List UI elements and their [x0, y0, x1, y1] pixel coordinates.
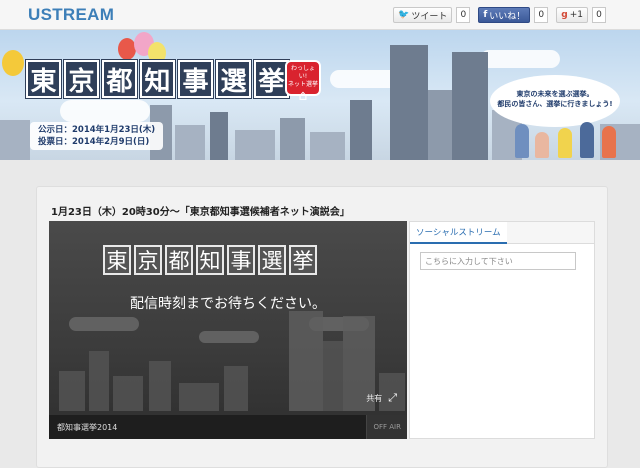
title-char: 京 — [63, 59, 100, 99]
gplus-label: +1 — [569, 10, 583, 20]
person-illustration — [602, 126, 616, 158]
banner-title: 東 京 都 知 事 選 挙 — [25, 59, 290, 99]
balloon-shape — [2, 50, 24, 76]
cloud-shape — [480, 50, 560, 68]
share-button[interactable]: 共有 — [366, 393, 382, 404]
tweet-count: 0 — [456, 7, 471, 23]
building-shape — [210, 112, 228, 160]
social-buttons: 🐦 ツイート 0 f いいね！ 0 g +1 0 — [393, 7, 610, 23]
like-button[interactable]: f いいね！ — [478, 7, 531, 23]
building-shape — [310, 132, 345, 160]
player-title-char: 挙 — [289, 245, 317, 275]
stream-input[interactable]: こちらに入力して下さい — [420, 252, 576, 270]
building-shape — [428, 90, 452, 160]
offair-badge: OFF AIR — [366, 415, 407, 439]
gplus-count: 0 — [592, 7, 606, 23]
tokyo-gov-building-right — [452, 52, 488, 160]
title-char: 挙 — [253, 59, 290, 99]
tokyo-gov-building-left — [390, 45, 428, 160]
building-shape — [323, 341, 343, 411]
building-shape — [179, 383, 219, 411]
title-char: 選 — [215, 59, 252, 99]
player-title-char: 都 — [165, 245, 193, 275]
person-illustration — [558, 128, 572, 158]
cloud-shape — [69, 317, 139, 331]
cloud-shape — [60, 100, 150, 122]
fullscreen-icon[interactable]: ⤢ — [388, 391, 397, 405]
tweet-label: ツイート — [411, 11, 448, 22]
vote-date: 投票日：2014年2月9日(日) — [38, 137, 150, 147]
ustream-logo[interactable]: USTREAM — [28, 5, 114, 25]
stream-headline: 1月23日（木）20時30分〜「東京都知事選候補者ネット演説会」 — [51, 207, 350, 218]
tweet-button[interactable]: 🐦 ツイート — [393, 7, 453, 23]
share-controls: 共有 ⤢ — [366, 391, 397, 405]
badge-line1: わっしょい! — [290, 65, 315, 80]
facebook-icon: f — [483, 10, 488, 20]
top-bar: USTREAM 🐦 ツイート 0 f いいね！ 0 g +1 0 — [0, 0, 640, 30]
title-char: 都 — [101, 59, 138, 99]
building-shape — [289, 311, 323, 411]
building-shape — [89, 351, 109, 411]
like-label: いいね！ — [489, 11, 526, 22]
title-char: 東 — [25, 59, 62, 99]
building-shape — [175, 125, 205, 160]
gplus-icon: g — [561, 10, 568, 20]
building-shape — [113, 376, 143, 411]
title-char: 事 — [177, 59, 214, 99]
election-banner: 東 京 都 知 事 選 挙 わっしょい! ネット選挙 ⌂ 公示日：2014年1月… — [0, 30, 640, 160]
bubble-line1: 東京の未来を選ぶ選挙。 — [516, 90, 594, 98]
title-char: 知 — [139, 59, 176, 99]
waiting-message: 配信時刻までお待ちください。 — [130, 296, 326, 312]
building-shape — [59, 371, 85, 411]
diet-building-icon: ⌂ — [298, 88, 308, 104]
twitter-icon: 🐦 — [398, 10, 410, 20]
player-title-char: 選 — [258, 245, 286, 275]
cloud-shape — [199, 331, 259, 343]
bubble-line2: 都民の皆さん、選挙に行きましょう! — [497, 100, 613, 108]
speech-bubble: 東京の未来を選ぶ選挙。 都民の皆さん、選挙に行きましょう! — [490, 75, 620, 127]
building-shape — [350, 100, 372, 160]
building-shape — [280, 118, 305, 160]
player-title: 東 京 都 知 事 選 挙 — [103, 245, 317, 275]
player-title-char: 事 — [227, 245, 255, 275]
like-count: 0 — [534, 7, 549, 23]
tab-social-stream[interactable]: ソーシャルストリーム — [410, 222, 507, 244]
social-stream: ソーシャルストリーム こちらに入力して下さい — [409, 221, 595, 439]
person-illustration — [535, 132, 549, 158]
video-player[interactable]: 東 京 都 知 事 選 挙 配信時刻までお待ちください。 共有 ⤢ 都知事選挙2… — [49, 221, 407, 439]
building-shape — [224, 366, 248, 411]
net-election-badge: わっしょい! ネット選挙 ⌂ — [285, 60, 321, 103]
building-shape — [149, 361, 171, 411]
stream-tabs: ソーシャルストリーム — [410, 222, 594, 244]
channel-name[interactable]: 都知事選挙2014 — [57, 422, 117, 433]
main-panel: 1月23日（木）20時30分〜「東京都知事選候補者ネット演説会」 東 京 都 知… — [36, 186, 608, 468]
building-shape — [235, 130, 275, 160]
player-title-char: 東 — [103, 245, 131, 275]
election-dates: 公示日：2014年1月23日(木) 投票日：2014年2月9日(日) — [30, 122, 164, 150]
gplus-button[interactable]: g +1 — [556, 7, 588, 23]
player-title-char: 知 — [196, 245, 224, 275]
building-shape — [0, 120, 30, 160]
announce-date: 公示日：2014年1月23日(木) — [38, 125, 156, 135]
player-bar: 都知事選挙2014 OFF AIR — [49, 415, 407, 439]
person-illustration — [515, 124, 529, 158]
player-title-char: 京 — [134, 245, 162, 275]
person-illustration — [580, 122, 594, 158]
